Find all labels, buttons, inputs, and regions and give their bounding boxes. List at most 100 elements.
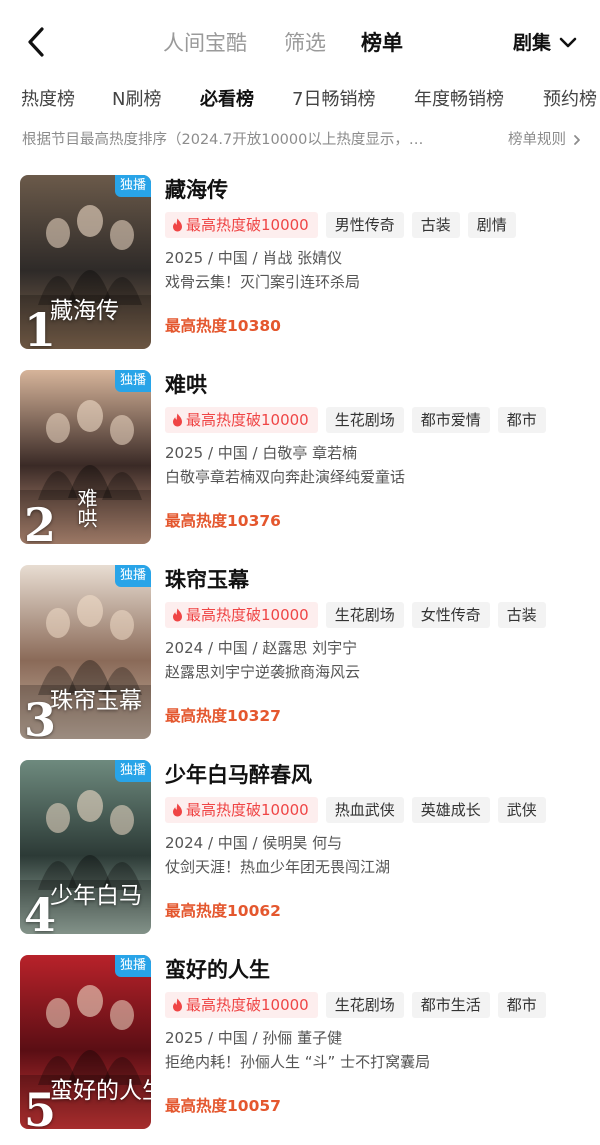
tab-rankings[interactable]: 榜单 bbox=[361, 28, 403, 58]
list-item[interactable]: 独播 蛮好的人生 5 蛮好的人生 最高热度破10000 生花剧场 都市生活 都市… bbox=[20, 955, 590, 1130]
genre-tag[interactable]: 英雄成长 bbox=[411, 797, 490, 823]
hot-tag[interactable]: 最高热度破10000 bbox=[165, 602, 318, 628]
genre-tag[interactable]: 热血武侠 bbox=[325, 797, 404, 823]
exclusive-badge: 独播 bbox=[115, 565, 151, 587]
tab-reservation[interactable]: 预约榜 bbox=[543, 86, 597, 114]
flame-icon bbox=[173, 413, 182, 427]
genre-dropdown[interactable]: 剧集 bbox=[513, 28, 578, 58]
exclusive-badge: 独播 bbox=[115, 760, 151, 782]
rank-number: 2 bbox=[24, 498, 57, 544]
rank-number: 1 bbox=[24, 303, 57, 349]
rank-number: 4 bbox=[24, 888, 57, 934]
genre-tag[interactable]: 都市爱情 bbox=[411, 407, 490, 433]
genre-tag[interactable]: 生花剧场 bbox=[325, 407, 404, 433]
tag-row: 最高热度破10000 生花剧场 都市爱情 都市 bbox=[165, 407, 554, 433]
poster-image[interactable]: 独播 珠帘玉幕 3 bbox=[20, 565, 151, 739]
rank-number: 3 bbox=[24, 693, 57, 739]
show-tagline: 仗剑天涯！热血少年团无畏闯江湖 bbox=[165, 858, 391, 876]
genre-tag[interactable]: 女性传奇 bbox=[411, 602, 490, 628]
hot-tag-label: 最高热度破10000 bbox=[186, 411, 309, 429]
flame-icon bbox=[173, 803, 182, 817]
show-meta: 2024 / 中国 / 赵露思 刘宇宁 bbox=[165, 639, 358, 657]
top-bar: 人间宝酷 筛选 榜单 剧集 bbox=[0, 0, 600, 86]
tag-row: 最高热度破10000 生花剧场 女性传奇 古装 bbox=[165, 602, 554, 628]
top-tabs: 人间宝酷 筛选 榜单 bbox=[0, 28, 600, 58]
tab-hot[interactable]: 热度榜 bbox=[21, 86, 75, 114]
ranking-description: 根据节目最高热度排序（2024.7开放10000以上热度显示，… bbox=[22, 132, 424, 148]
rules-label: 榜单规则 bbox=[508, 132, 566, 148]
show-title[interactable]: 藏海传 bbox=[165, 176, 228, 204]
hot-tag[interactable]: 最高热度破10000 bbox=[165, 212, 318, 238]
show-meta: 2025 / 中国 / 肖战 张婧仪 bbox=[165, 249, 343, 267]
flame-icon bbox=[173, 998, 182, 1012]
hot-tag-label: 最高热度破10000 bbox=[186, 801, 309, 819]
hot-tag-label: 最高热度破10000 bbox=[186, 606, 309, 624]
genre-tag[interactable]: 剧情 bbox=[467, 212, 516, 238]
tag-row: 最高热度破10000 热血武侠 英雄成长 武侠 bbox=[165, 797, 554, 823]
ranking-rules-link[interactable]: 榜单规则 bbox=[508, 128, 582, 152]
poster-title: 难哄 bbox=[74, 488, 98, 528]
genre-tag[interactable]: 武侠 bbox=[497, 797, 546, 823]
poster-image[interactable]: 独播 难哄 2 bbox=[20, 370, 151, 544]
show-title[interactable]: 难哄 bbox=[165, 371, 207, 399]
poster-title: 蛮好的人生 bbox=[50, 1078, 151, 1104]
flame-icon bbox=[173, 608, 182, 622]
tab-rewatch[interactable]: N刷榜 bbox=[112, 86, 161, 114]
show-meta: 2025 / 中国 / 孙俪 董子健 bbox=[165, 1029, 343, 1047]
list-item[interactable]: 独播 难哄 2 难哄 最高热度破10000 生花剧场 都市爱情 都市 2025 … bbox=[20, 370, 590, 545]
tab-7day-sales[interactable]: 7日畅销榜 bbox=[292, 86, 375, 114]
exclusive-badge: 独播 bbox=[115, 955, 151, 977]
show-tagline: 白敬亭章若楠双向奔赴演绎纯爱童话 bbox=[165, 468, 406, 486]
poster-image[interactable]: 独播 藏海传 1 bbox=[20, 175, 151, 349]
show-meta: 2024 / 中国 / 侯明昊 何与 bbox=[165, 834, 343, 852]
show-title[interactable]: 少年白马醉春风 bbox=[165, 761, 312, 789]
poster-title: 少年白马 bbox=[50, 883, 142, 909]
tab-annual-sales[interactable]: 年度畅销榜 bbox=[414, 86, 504, 114]
poster-title: 珠帘玉幕 bbox=[50, 688, 142, 714]
genre-tag[interactable]: 生花剧场 bbox=[325, 992, 404, 1018]
show-tagline: 拒绝内耗！孙俪人生 “斗” 士不打窝囊局 bbox=[165, 1053, 431, 1071]
tab-must-watch[interactable]: 必看榜 bbox=[200, 86, 254, 114]
show-title[interactable]: 珠帘玉幕 bbox=[165, 566, 249, 594]
show-title[interactable]: 蛮好的人生 bbox=[165, 956, 270, 984]
poster-image[interactable]: 独播 少年白马 4 bbox=[20, 760, 151, 934]
show-tagline: 戏骨云集！灭门案引连环杀局 bbox=[165, 273, 361, 291]
max-heat: 最高热度10057 bbox=[165, 1097, 281, 1115]
genre-tag[interactable]: 都市生活 bbox=[411, 992, 490, 1018]
exclusive-badge: 独播 bbox=[115, 370, 151, 392]
list-item[interactable]: 独播 珠帘玉幕 3 珠帘玉幕 最高热度破10000 生花剧场 女性传奇 古装 2… bbox=[20, 565, 590, 740]
hot-tag[interactable]: 最高热度破10000 bbox=[165, 797, 318, 823]
rank-number: 5 bbox=[24, 1083, 57, 1129]
hot-tag-label: 最高热度破10000 bbox=[186, 216, 309, 234]
max-heat: 最高热度10327 bbox=[165, 707, 281, 725]
poster-image[interactable]: 独播 蛮好的人生 5 bbox=[20, 955, 151, 1129]
chevron-down-icon bbox=[559, 37, 577, 48]
ranking-type-tabs: 热度榜 N刷榜 必看榜 7日畅销榜 年度畅销榜 预约榜 bbox=[0, 86, 600, 116]
show-meta: 2025 / 中国 / 白敬亭 章若楠 bbox=[165, 444, 358, 462]
genre-tag[interactable]: 都市 bbox=[497, 407, 546, 433]
tab-treasure[interactable]: 人间宝酷 bbox=[163, 28, 247, 58]
genre-tag[interactable]: 男性传奇 bbox=[325, 212, 404, 238]
list-item[interactable]: 独播 藏海传 1 藏海传 最高热度破10000 男性传奇 古装 剧情 2025 … bbox=[20, 175, 590, 350]
genre-tag[interactable]: 古装 bbox=[497, 602, 546, 628]
chevron-right-icon bbox=[574, 135, 580, 145]
genre-label: 剧集 bbox=[512, 32, 551, 54]
max-heat: 最高热度10062 bbox=[165, 902, 281, 920]
hot-tag-label: 最高热度破10000 bbox=[186, 996, 309, 1014]
genre-tag[interactable]: 生花剧场 bbox=[325, 602, 404, 628]
max-heat: 最高热度10376 bbox=[165, 512, 281, 530]
hot-tag[interactable]: 最高热度破10000 bbox=[165, 407, 318, 433]
genre-tag[interactable]: 都市 bbox=[497, 992, 546, 1018]
ranking-info: 根据节目最高热度排序（2024.7开放10000以上热度显示，… 榜单规则 bbox=[22, 128, 582, 152]
exclusive-badge: 独播 bbox=[115, 175, 151, 197]
flame-icon bbox=[173, 218, 182, 232]
tag-row: 最高热度破10000 生花剧场 都市生活 都市 bbox=[165, 992, 554, 1018]
tab-filter[interactable]: 筛选 bbox=[284, 28, 326, 58]
max-heat: 最高热度10380 bbox=[165, 317, 281, 335]
show-tagline: 赵露思刘宇宁逆袭掀商海风云 bbox=[165, 663, 361, 681]
poster-title: 藏海传 bbox=[50, 298, 119, 324]
genre-tag[interactable]: 古装 bbox=[411, 212, 460, 238]
tag-row: 最高热度破10000 男性传奇 古装 剧情 bbox=[165, 212, 524, 238]
list-item[interactable]: 独播 少年白马 4 少年白马醉春风 最高热度破10000 热血武侠 英雄成长 武… bbox=[20, 760, 590, 935]
hot-tag[interactable]: 最高热度破10000 bbox=[165, 992, 318, 1018]
